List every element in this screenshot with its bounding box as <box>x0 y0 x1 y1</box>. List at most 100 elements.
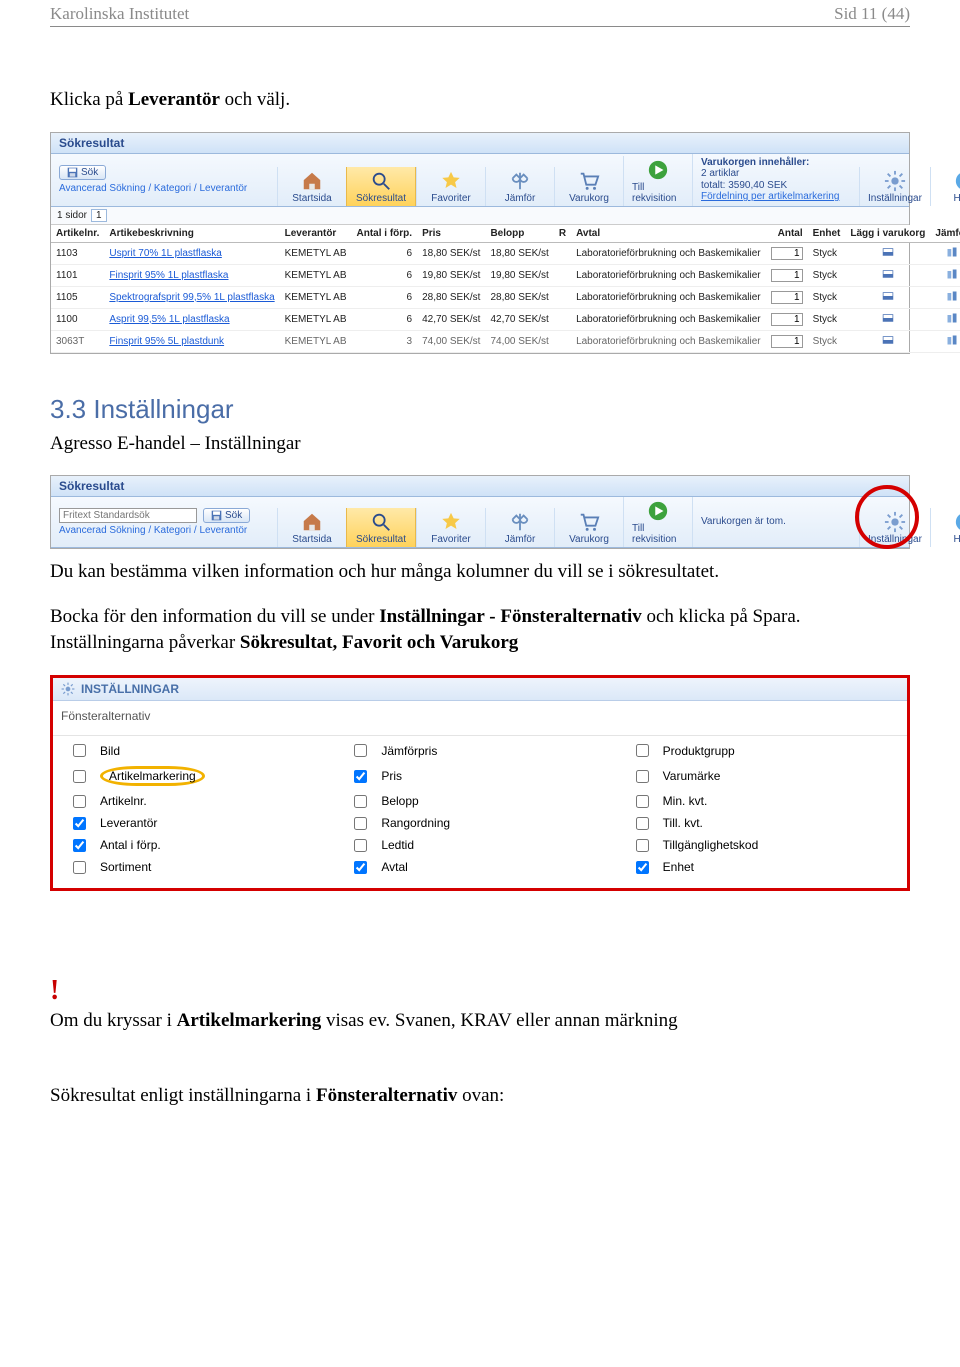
col-jamfor[interactable]: Jämför <box>930 225 960 243</box>
option-checkbox[interactable] <box>73 795 86 808</box>
option-belopp[interactable]: Belopp <box>354 794 605 808</box>
option-checkbox[interactable] <box>636 861 649 874</box>
qty-input[interactable] <box>771 291 803 304</box>
section-sub: Agresso E-handel – Inställningar <box>50 431 910 458</box>
col-avtal[interactable]: Avtal <box>571 225 766 243</box>
save-icon <box>67 167 78 178</box>
option-checkbox[interactable] <box>636 744 649 757</box>
tool-sokresultat[interactable]: Sökresultat <box>346 167 416 206</box>
add-to-cart-button[interactable] <box>845 308 930 330</box>
sok-button[interactable]: Sök <box>203 508 250 523</box>
window-title: Sökresultat <box>51 476 909 497</box>
article-link[interactable]: Asprit 99,5% 1L plastflaska <box>104 308 279 330</box>
tool-hjalp[interactable]: iHjälp <box>930 508 960 547</box>
fritext-input[interactable] <box>59 508 197 523</box>
option-enhet[interactable]: Enhet <box>636 860 887 874</box>
option-checkbox[interactable] <box>73 861 86 874</box>
option-checkbox[interactable] <box>636 770 649 783</box>
tool-tillrekvisition[interactable]: Till rekvisition <box>623 497 692 547</box>
option-checkbox[interactable] <box>354 839 367 852</box>
option-till-kvt-[interactable]: Till. kvt. <box>636 816 887 830</box>
option-avtal[interactable]: Avtal <box>354 860 605 874</box>
option-checkbox[interactable] <box>73 839 86 852</box>
tool-sokresultat[interactable]: Sökresultat <box>346 508 416 547</box>
compare-button[interactable] <box>930 308 960 330</box>
breadcrumbs[interactable]: Avancerad Sökning / Kategori / Leverantö… <box>59 183 269 194</box>
tool-favoriter[interactable]: Favoriter <box>416 508 485 547</box>
option-checkbox[interactable] <box>354 770 367 783</box>
tool-tillrekvisition[interactable]: Till rekvisition <box>623 156 692 206</box>
col-lagg[interactable]: Lägg i varukorg <box>845 225 930 243</box>
option-antal-i-f-rp-[interactable]: Antal i förp. <box>73 838 324 852</box>
option-checkbox[interactable] <box>73 770 86 783</box>
tool-hjalp[interactable]: i Hjälp <box>930 167 960 206</box>
page-number[interactable]: 1 <box>91 209 107 222</box>
settings-panel: INSTÄLLNINGAR Fönsteralternativ BildJämf… <box>50 675 910 891</box>
option-bild[interactable]: Bild <box>73 744 324 758</box>
cart-fordelning-link[interactable]: Fördelning per artikelmarkering <box>701 191 851 203</box>
option-sortiment[interactable]: Sortiment <box>73 860 324 874</box>
breadcrumbs[interactable]: Avancerad Sökning / Kategori / Leverantö… <box>59 525 269 536</box>
scale-icon <box>509 511 531 533</box>
article-link[interactable]: Finsprit 95% 1L plastflaska <box>104 264 279 286</box>
option-checkbox[interactable] <box>354 861 367 874</box>
compare-button[interactable] <box>930 242 960 264</box>
tool-startsida[interactable]: Startsida <box>277 508 346 547</box>
option-checkbox[interactable] <box>636 839 649 852</box>
compare-button[interactable] <box>930 286 960 308</box>
qty-input[interactable] <box>771 335 803 348</box>
col-pris[interactable]: Pris <box>417 225 485 243</box>
qty-input[interactable] <box>771 269 803 282</box>
col-antal[interactable]: Antal <box>766 225 808 243</box>
col-leverantor[interactable]: Leverantör <box>280 225 352 243</box>
option-artikelmarkering[interactable]: Artikelmarkering <box>73 766 324 786</box>
compare-button[interactable] <box>930 264 960 286</box>
option-checkbox[interactable] <box>73 744 86 757</box>
option-checkbox[interactable] <box>354 795 367 808</box>
article-link[interactable]: Spektrografsprit 99,5% 1L plastflaska <box>104 286 279 308</box>
option-varum-rke[interactable]: Varumärke <box>636 766 887 786</box>
option-leverant-r[interactable]: Leverantör <box>73 816 324 830</box>
add-to-cart-button[interactable] <box>845 330 930 352</box>
add-to-cart-button[interactable] <box>845 286 930 308</box>
col-enhet[interactable]: Enhet <box>808 225 846 243</box>
tool-jamfor[interactable]: Jämför <box>485 508 554 547</box>
option-ledtid[interactable]: Ledtid <box>354 838 605 852</box>
option-rangordning[interactable]: Rangordning <box>354 816 605 830</box>
option-artikelnr-[interactable]: Artikelnr. <box>73 794 324 808</box>
option-checkbox[interactable] <box>354 817 367 830</box>
option-min-kvt-[interactable]: Min. kvt. <box>636 794 887 808</box>
qty-input[interactable] <box>771 313 803 326</box>
tool-installningar[interactable]: Inställningar <box>859 508 930 547</box>
option-j-mf-rpris[interactable]: Jämförpris <box>354 744 605 758</box>
info-icon: i <box>954 170 960 192</box>
play-icon <box>647 159 669 181</box>
qty-input[interactable] <box>771 247 803 260</box>
tool-startsida[interactable]: Startsida <box>277 167 346 206</box>
option-checkbox[interactable] <box>354 744 367 757</box>
col-artikelnr[interactable]: Artikelnr. <box>51 225 104 243</box>
option-checkbox[interactable] <box>636 817 649 830</box>
option-produktgrupp[interactable]: Produktgrupp <box>636 744 887 758</box>
article-link[interactable]: Usprit 70% 1L plastflaska <box>104 242 279 264</box>
compare-button[interactable] <box>930 330 960 352</box>
tool-varukorg[interactable]: Varukorg <box>554 167 623 206</box>
star-icon <box>440 511 462 533</box>
option-checkbox[interactable] <box>636 795 649 808</box>
col-r[interactable]: R <box>554 225 571 243</box>
option-pris[interactable]: Pris <box>354 766 605 786</box>
add-to-cart-button[interactable] <box>845 264 930 286</box>
article-link[interactable]: Finsprit 95% 5L plastdunk <box>104 330 279 352</box>
option-tillg-nglighetskod[interactable]: Tillgänglighetskod <box>636 838 887 852</box>
tool-varukorg[interactable]: Varukorg <box>554 508 623 547</box>
col-beskrivning[interactable]: Artikebeskrivning <box>104 225 279 243</box>
table-row: 1100Asprit 99,5% 1L plastflaskaKEMETYL A… <box>51 308 960 330</box>
col-belopp[interactable]: Belopp <box>485 225 553 243</box>
tool-installningar[interactable]: Inställningar <box>859 167 930 206</box>
option-checkbox[interactable] <box>73 817 86 830</box>
add-to-cart-button[interactable] <box>845 242 930 264</box>
col-antal-i-forp[interactable]: Antal i förp. <box>352 225 418 243</box>
tool-favoriter[interactable]: Favoriter <box>416 167 485 206</box>
sok-button[interactable]: Sök <box>59 165 106 180</box>
tool-jamfor[interactable]: Jämför <box>485 167 554 206</box>
